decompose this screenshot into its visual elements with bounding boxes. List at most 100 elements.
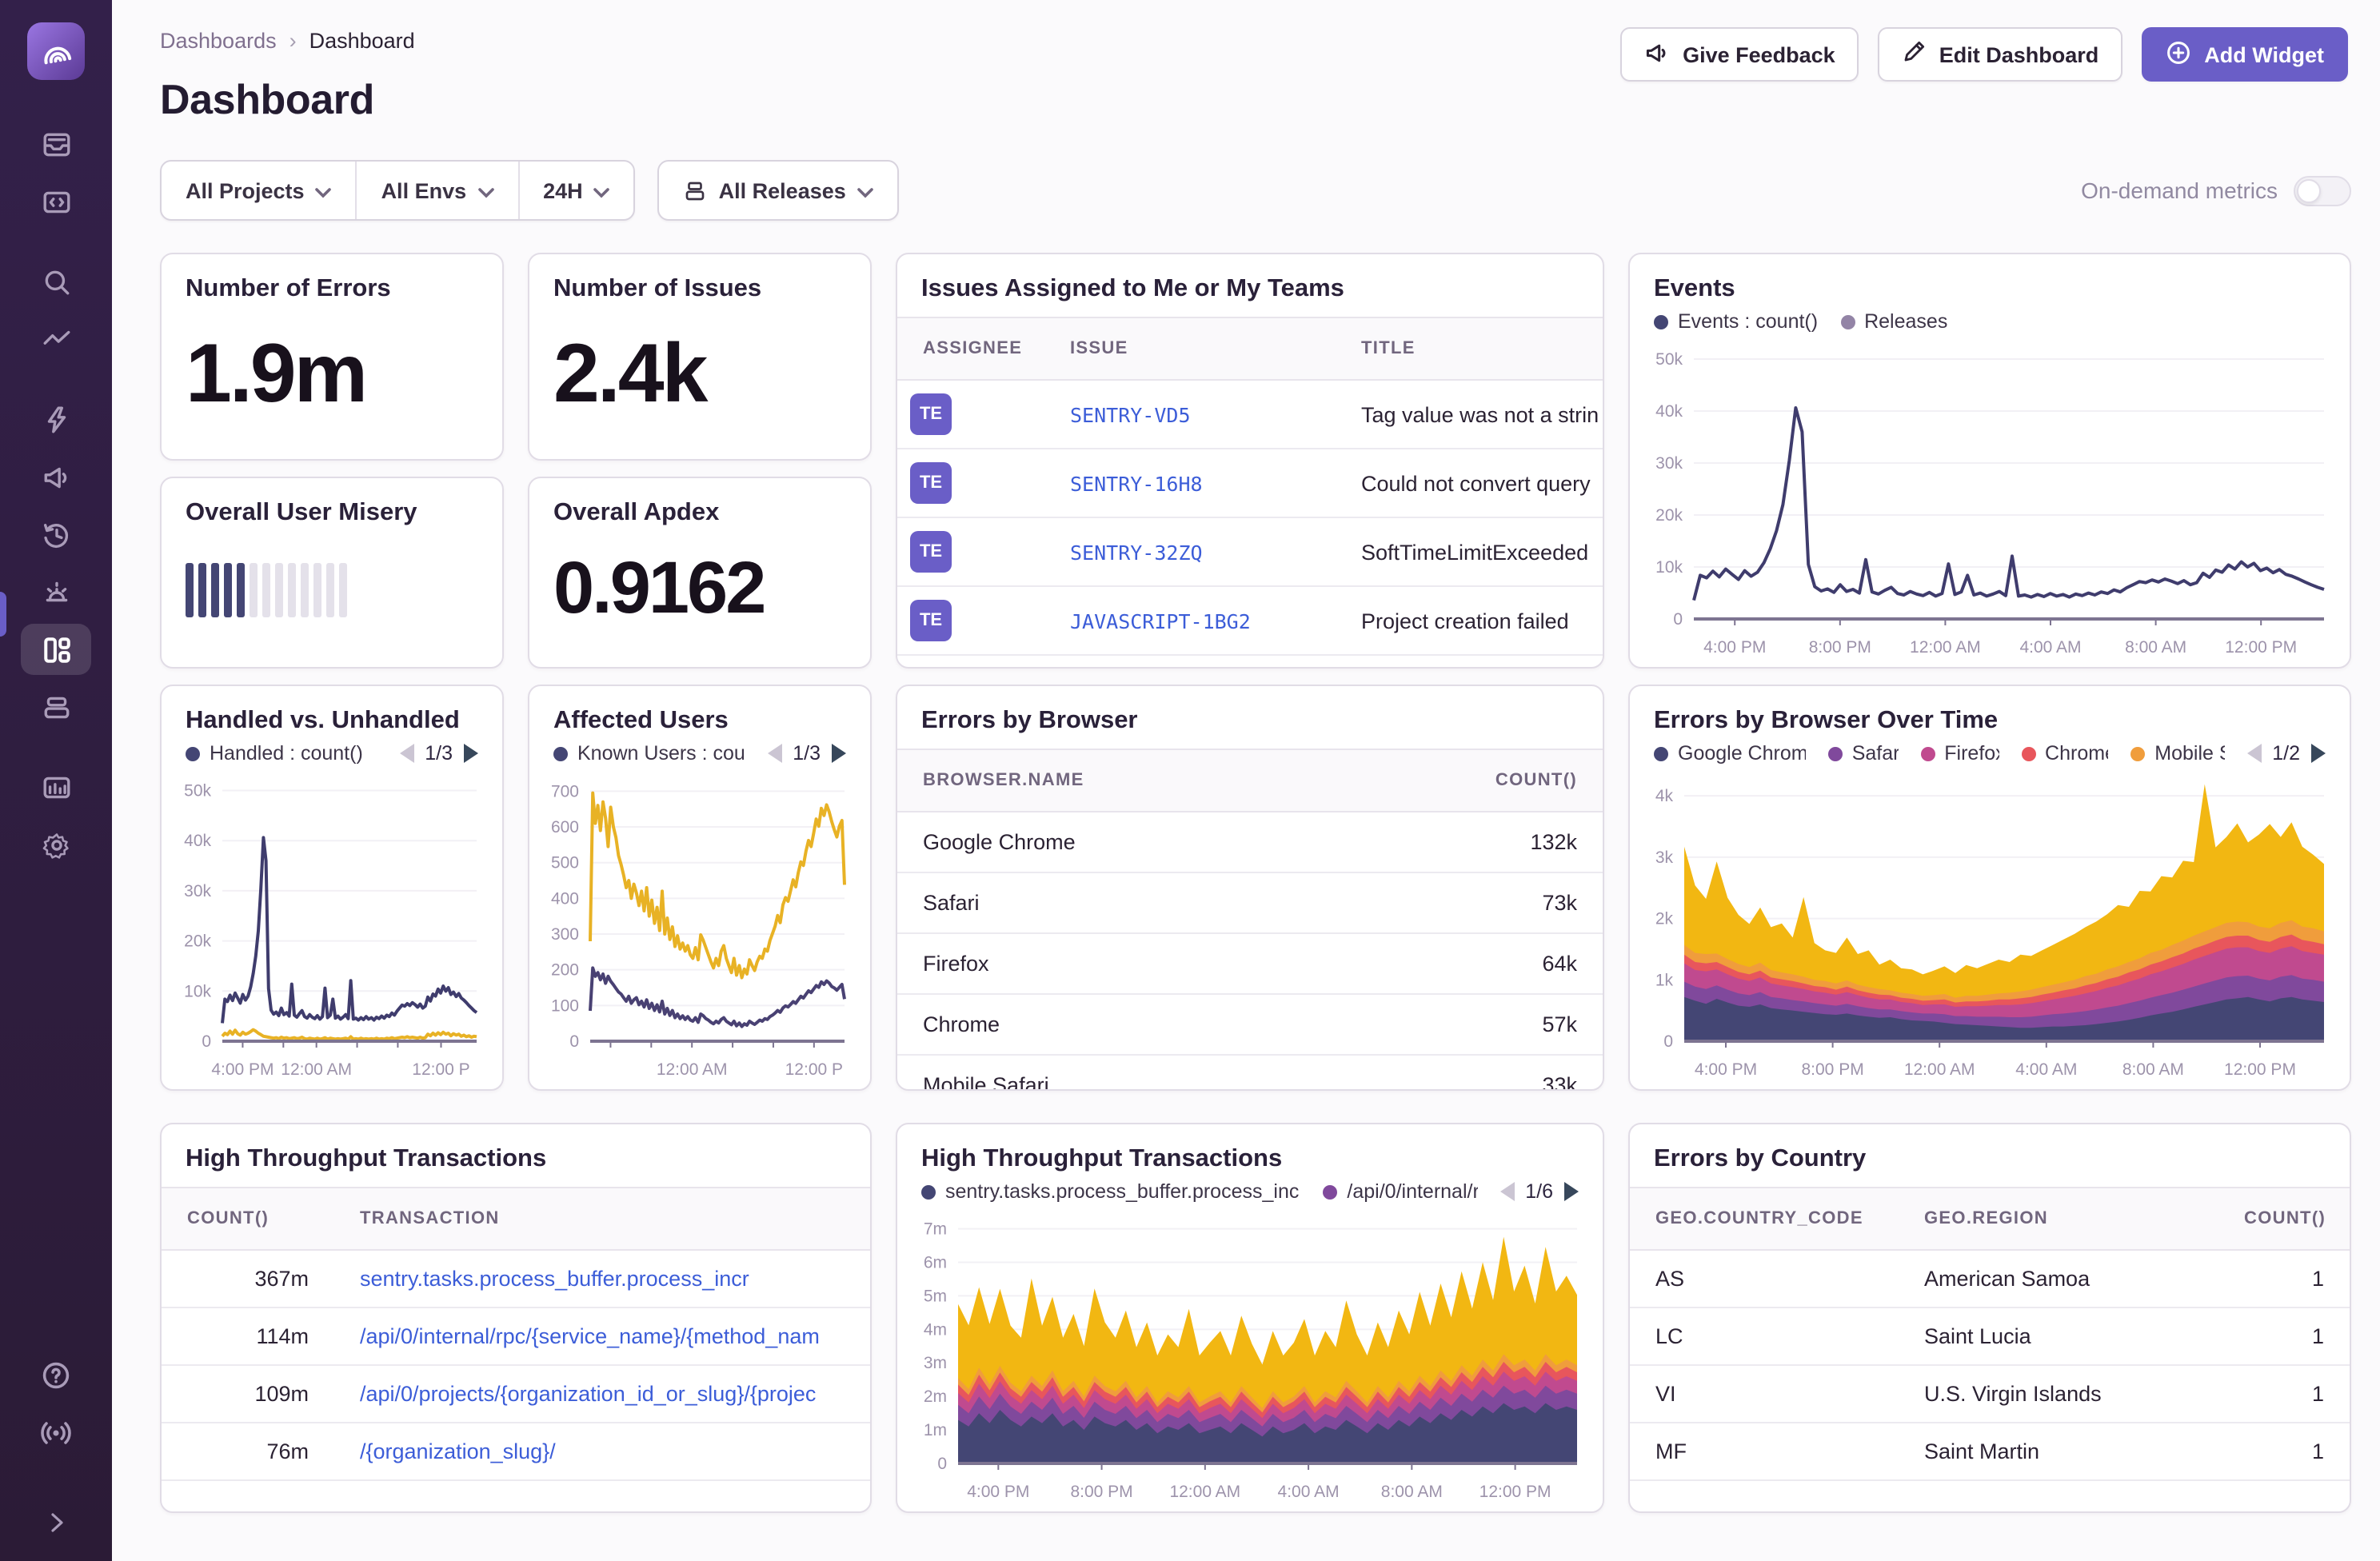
table-row[interactable]: AS American Samoa 1 [1630,1251,2350,1308]
megaphone-icon[interactable] [21,451,91,502]
column-header[interactable]: COUNT() [162,1209,334,1228]
assignee-avatar[interactable]: TE [910,531,952,573]
transaction-link[interactable]: /api/0/internal/rpc/{service_name}/{meth… [334,1324,870,1348]
widget-handled-vs-unhandled[interactable]: Handled vs. Unhandled Handled : count() 1… [160,685,504,1091]
table-row[interactable]: 114m/api/0/internal/rpc/{service_name}/{… [162,1308,870,1366]
legend-item[interactable]: Handled : count() [186,742,363,765]
legend-item[interactable]: /api/0/internal/r [1323,1180,1477,1203]
transaction-link[interactable]: sentry.tasks.process_buffer.process_incr [334,1267,870,1291]
legend-item[interactable]: Releases [1840,310,1947,333]
table-row[interactable]: Google Chrome 132k [897,812,1603,873]
table-row[interactable]: VI U.S. Virgin Islands 1 [1630,1366,2350,1423]
explore-icon[interactable] [21,176,91,227]
project-filter[interactable]: All Projects [162,162,356,219]
widget-number-of-issues[interactable]: Number of Issues 2.4k [528,253,872,461]
column-header[interactable]: COUNT() [2218,1209,2350,1228]
handled-unhandled-line-chart[interactable]: 0 10k 20k 30k 40k 50k 4:00 PM 12:00 AM 12:00 P [168,771,489,1083]
search-icon[interactable] [21,256,91,307]
column-header[interactable]: GEO.REGION [1899,1209,2218,1228]
replay-icon[interactable] [21,509,91,560]
legend-item[interactable]: Mobile S [2130,742,2224,765]
affected-users-line-chart[interactable]: 0 100 200 300 400 500 600 700 12:00 AM 12:00 P [536,771,857,1083]
table-row[interactable]: TE SENTRY-16H8 Could not convert query [897,449,1603,518]
widget-events[interactable]: Events Events : count() Releases 0 10k 20k 3… [1628,253,2351,669]
table-row[interactable]: 109m/api/0/projects/{organization_id_or_… [162,1366,870,1423]
transaction-link[interactable]: /api/0/projects/{organization_id_or_slug… [334,1382,870,1406]
legend-next-icon[interactable] [832,744,846,763]
release-filter[interactable]: All Releases [660,162,897,219]
give-feedback-button[interactable]: Give Feedback [1620,27,1859,82]
widget-user-misery[interactable]: Overall User Misery [160,477,504,669]
date-range-filter[interactable]: 24H [517,162,634,219]
legend-prev-icon[interactable] [1499,1182,1515,1201]
table-row[interactable]: 76m /{organization_slug}/ [162,1423,870,1481]
legend-prev-icon[interactable] [767,744,782,763]
legend-item[interactable]: Firefox [1920,742,1999,765]
widget-errors-by-browser-over-time[interactable]: Errors by Browser Over Time Google Chrom… [1628,685,2351,1091]
legend-item[interactable]: sentry.tasks.process_buffer.process_incr [921,1180,1300,1203]
widget-number-of-errors[interactable]: Number of Errors 1.9m [160,253,504,461]
legend-item[interactable]: Events : count() [1654,310,1818,333]
column-header[interactable]: BROWSER.NAME [897,771,1459,790]
sentry-logo[interactable] [27,22,85,80]
stats-icon[interactable] [21,761,91,812]
widget-errors-by-browser[interactable]: Errors by Browser BROWSER.NAME COUNT() Goo… [896,685,1604,1091]
issues-icon[interactable] [21,118,91,170]
issue-link[interactable]: SENTRY-16H8 [1044,471,1336,495]
legend-item[interactable]: Google Chrome [1654,742,1806,765]
dashboards-icon[interactable] [21,624,91,675]
column-header[interactable]: TRANSACTION [334,1209,870,1228]
assignee-cell[interactable]: TE [897,393,1044,435]
edit-dashboard-button[interactable]: Edit Dashboard [1878,27,2123,82]
table-row[interactable]: Firefox 64k [897,934,1603,995]
help-icon[interactable] [21,1350,91,1401]
widget-high-throughput-table[interactable]: High Throughput Transactions COUNT() TRAN… [160,1123,872,1513]
legend-next-icon[interactable] [464,744,478,763]
table-row[interactable]: MF Saint Martin 1 [1630,1423,2350,1481]
high-throughput-area-chart[interactable]: 0 1m 2m 3m 4m 5m 6m 7m 4:00 PM 8:00 PM 12:00 AM 4:0… [904,1209,1590,1505]
table-row[interactable]: TE SENTRY-VD5 Tag value was not a strin [897,381,1603,449]
lightning-icon[interactable] [21,393,91,445]
ondemand-metrics-toggle[interactable] [2294,175,2351,206]
assignee-cell[interactable]: TE [897,531,1044,573]
table-row[interactable]: Chrome 57k [897,995,1603,1056]
legend-item[interactable]: Chrome [2021,742,2108,765]
add-widget-button[interactable]: Add Widget [2142,27,2348,82]
legend-next-icon[interactable] [2311,744,2326,763]
issue-link[interactable]: JAVASCRIPT-1BG2 [1044,609,1336,633]
releases-icon[interactable] [21,681,91,733]
alerts-icon[interactable] [21,566,91,617]
table-row[interactable]: Mobile Safari 33k [897,1056,1603,1089]
column-header[interactable]: GEO.COUNTRY_CODE [1630,1209,1899,1228]
settings-icon[interactable] [21,819,91,870]
table-row[interactable]: TE SENTRY-32ZQ SoftTimeLimitExceeded [897,518,1603,587]
widget-errors-by-country[interactable]: Errors by Country GEO.COUNTRY_CODE GEO.RE… [1628,1123,2351,1513]
legend-item[interactable]: Safari [1827,742,1898,765]
legend-item[interactable]: Known Users : cour [553,742,745,765]
transaction-link[interactable]: /{organization_slug}/ [334,1439,870,1463]
column-header[interactable]: ASSIGNEE [897,339,1044,358]
table-row[interactable]: 367m sentry.tasks.process_buffer.process_… [162,1251,870,1308]
assignee-avatar[interactable]: TE [910,393,952,435]
table-row[interactable]: Safari 73k [897,873,1603,934]
traces-icon[interactable] [21,313,91,365]
widget-apdex[interactable]: Overall Apdex 0.9162 [528,477,872,669]
assignee-avatar[interactable]: TE [910,462,952,504]
events-line-chart[interactable]: 0 10k 20k 30k 40k 50k 4:00 PM 8:00 PM 12:00 AM 4:… [1636,339,2337,661]
column-header[interactable]: COUNT() [1459,771,1603,790]
column-header[interactable]: TITLE [1336,339,1603,358]
assignee-cell[interactable]: TE [897,462,1044,504]
widget-high-throughput-chart[interactable]: High Throughput Transactions sentry.task… [896,1123,1604,1513]
legend-next-icon[interactable] [1564,1182,1579,1201]
issue-link[interactable]: SENTRY-32ZQ [1044,540,1336,564]
column-header[interactable]: ISSUE [1044,339,1336,358]
assignee-avatar[interactable]: TE [910,600,952,641]
breadcrumb-dashboards[interactable]: Dashboards [160,29,277,53]
legend-prev-icon[interactable] [2246,744,2262,763]
widget-issues-assigned[interactable]: Issues Assigned to Me or My Teams ASSIGN… [896,253,1604,669]
environment-filter[interactable]: All Envs [355,162,518,219]
assignee-cell[interactable]: TE [897,600,1044,641]
errors-by-browser-area-chart[interactable]: 0 1k 2k 3k 4k 4:00 PM 8:00 PM 12:00 AM 4:00 AM 8:… [1636,771,2337,1083]
table-row[interactable]: LC Saint Lucia 1 [1630,1308,2350,1366]
table-row[interactable]: TE JAVASCRIPT-1BG2 Project creation failed [897,587,1603,656]
